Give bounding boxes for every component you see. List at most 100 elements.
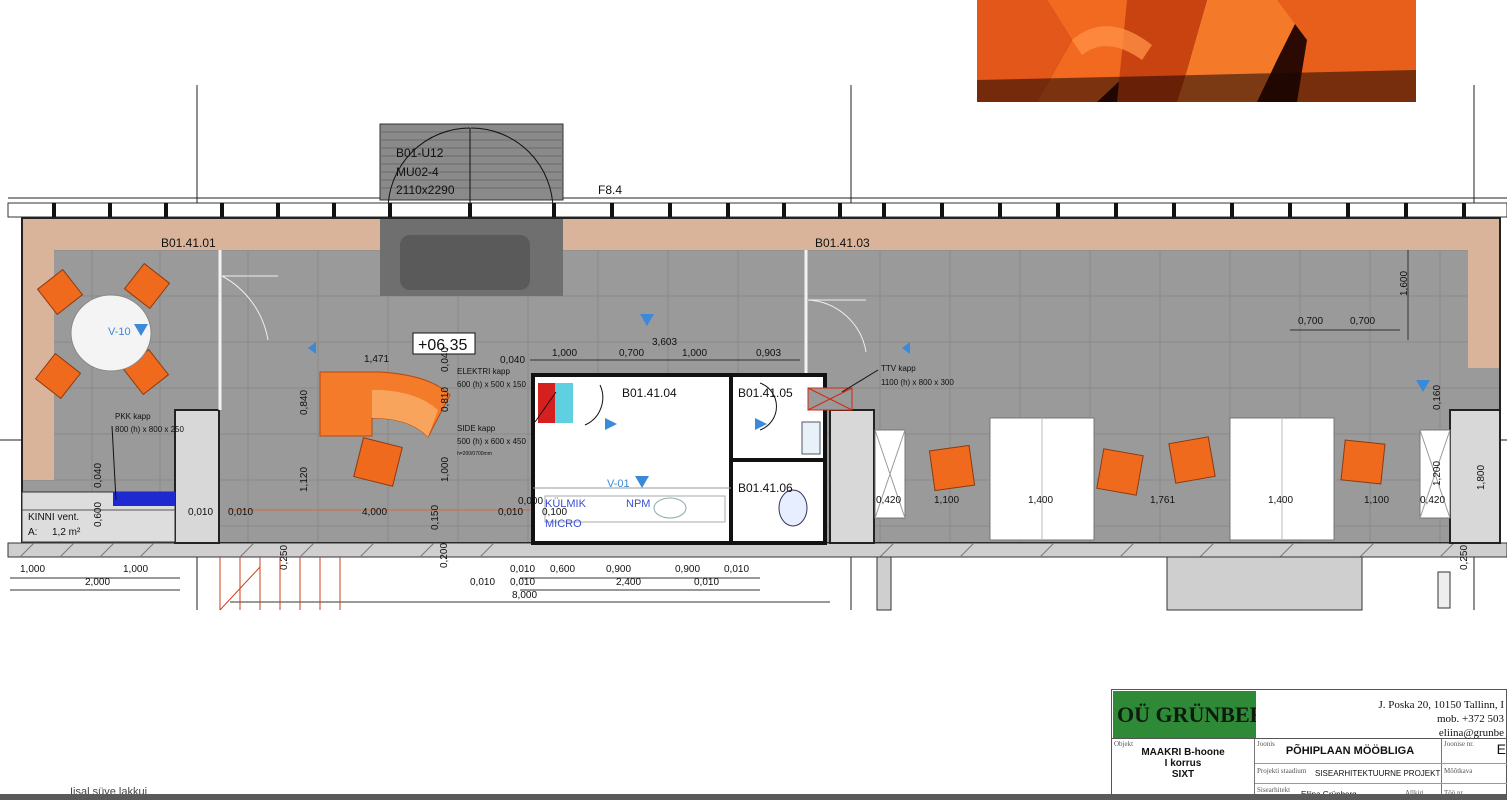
- dim-0000: 0,000: [518, 496, 543, 507]
- company-contact: J. Poska 20, 10150 Tallinn, I mob. +372 …: [1374, 698, 1504, 740]
- facade-wall: [7, 202, 1507, 218]
- tb-divider-3: [1442, 763, 1507, 764]
- object-name: MAAKRI B-hoone I korrus SIXT: [1118, 747, 1248, 780]
- project-stage: SISEARHITEKTUURNE PROJEKT: [1315, 769, 1441, 778]
- grid-axis-label: F8.4: [598, 183, 622, 197]
- dim-0100: 0,100: [542, 507, 567, 518]
- dim-0010h: 0,010: [470, 577, 495, 588]
- architect-label: Sisearhitekt: [1257, 786, 1291, 794]
- company-logo: OÜ GRÜNBERG: [1113, 691, 1256, 738]
- drawing-number-label: Joonise nr.: [1444, 740, 1474, 748]
- dim-0420b: 0,420: [1420, 495, 1445, 506]
- company-address: J. Poska 20, 10150 Tallinn, I: [1378, 699, 1504, 711]
- drawing-title: PÕHIPLAAN MÖÖBLIGA: [1285, 745, 1415, 757]
- dim-0840: 0,840: [299, 390, 310, 415]
- dim-0600b: 0,600: [550, 564, 575, 575]
- elektri-label: ELEKTRI kapp: [457, 367, 510, 376]
- stage-label: Projekti staadium: [1257, 767, 1307, 775]
- tb-divider-1: [1255, 763, 1442, 764]
- npm-label: NPM: [626, 498, 650, 510]
- dim-1000a: 1,000: [552, 348, 577, 359]
- lower-wall-a: [876, 556, 892, 611]
- ttv-label: TTV kapp: [881, 364, 916, 373]
- dim-0010a: 0,010: [188, 507, 213, 518]
- dim-0700b: 0,700: [1298, 316, 1323, 327]
- dim-0420a: 0,420: [876, 495, 901, 506]
- drawing-number-cell: Joonise nr. E Mõõtkava Töö nr.: [1442, 739, 1507, 799]
- dim-0900b: 0,900: [675, 564, 700, 575]
- dim-0160: 0,160: [1432, 385, 1443, 410]
- title-block-body: Objekt MAAKRI B-hoone I korrus SIXT Joon…: [1111, 739, 1507, 800]
- exterior-door[interactable]: B01-U12 MU02-4 2110x2290: [379, 123, 564, 211]
- floor-plan: F8.4 B01-U12 MU02-4 2110x2290 V-10 V-01 …: [0, 85, 1507, 611]
- pkk-label: PKK kapp: [115, 412, 151, 421]
- dim-0010f: 0,010: [510, 577, 535, 588]
- tb-divider-4: [1442, 783, 1507, 784]
- room-label-03: B01.41.03: [815, 236, 870, 250]
- dim-0700c: 0,700: [1350, 316, 1375, 327]
- room-label-06: B01.41.06: [738, 481, 793, 495]
- dim-1100b: 1,100: [1364, 495, 1389, 506]
- object-line-3: SIXT: [1171, 769, 1195, 780]
- dim-0040c: 0,040: [93, 463, 104, 488]
- dim-0250b: 0,250: [1459, 545, 1470, 570]
- object-line-2: I korrus: [1164, 758, 1202, 769]
- dim-0903: 0,903: [756, 348, 781, 359]
- dim-8000: 8,000: [512, 590, 537, 601]
- scale-label: Mõõtkava: [1444, 767, 1473, 775]
- company-email: eliina@grunbe: [1438, 727, 1504, 739]
- pkk-size: 800 (h) x 800 x 250: [115, 425, 184, 434]
- door-code: B01-U12: [396, 146, 444, 160]
- side-size: 500 (h) x 600 x 450: [457, 437, 526, 446]
- object-cell: Objekt MAAKRI B-hoone I korrus SIXT: [1112, 739, 1255, 799]
- dim-1000b: 1,000: [682, 348, 707, 359]
- dim-3603: 3,603: [652, 337, 677, 348]
- elektri-size: 600 (h) x 500 x 150: [457, 380, 526, 389]
- room-label-01: B01.41.01: [161, 236, 216, 250]
- tb-divider-2: [1255, 783, 1442, 784]
- dim-0040a: 0,040: [500, 355, 525, 366]
- door-size: 2110x2290: [396, 183, 455, 197]
- company-phone: mob. +372 503: [1436, 713, 1504, 725]
- drawing-number: E: [1496, 741, 1506, 757]
- door-type: MU02-4: [396, 165, 439, 179]
- dim-1200: 1,200: [1432, 461, 1443, 486]
- dim-1000d: 1,000: [20, 564, 45, 575]
- tag-v01: V-01: [607, 478, 630, 490]
- dim-0010b: 0,010: [228, 507, 253, 518]
- drawing-cell: Joonis PÕHIPLAAN MÖÖBLIGA Projekti staad…: [1255, 739, 1442, 799]
- dim-2400: 2,400: [616, 577, 641, 588]
- dim-0010c: 0,010: [498, 507, 523, 518]
- object-line-1: MAAKRI B-hoone: [1141, 747, 1225, 758]
- dim-0250a: 0,250: [279, 545, 290, 570]
- dim-1000e: 1,000: [123, 564, 148, 575]
- title-block-header: OÜ GRÜNBERG J. Poska 20, 10150 Tallinn, …: [1111, 689, 1507, 739]
- dim-1600: 1,600: [1399, 271, 1410, 296]
- dim-4000: 4,000: [362, 507, 387, 518]
- ttv-cabinet: [807, 387, 853, 411]
- electrical-cabinet: [538, 383, 555, 423]
- dim-1400a: 1,400: [1028, 495, 1053, 506]
- dim-2000: 2,000: [85, 577, 110, 588]
- dim-0200: 0,200: [439, 543, 450, 568]
- dim-0010e: 0,010: [724, 564, 749, 575]
- lower-post: [1437, 571, 1451, 609]
- dim-0010d: 0,010: [510, 564, 535, 575]
- dim-1100a: 1,100: [934, 495, 959, 506]
- kinni-label: KINNI vent.: [28, 512, 79, 523]
- entrance-mat-blur: [400, 235, 530, 290]
- room-label-04: B01.41.04: [622, 386, 677, 400]
- dim-0150: 0,150: [430, 505, 441, 530]
- dim-1000c: 1,000: [440, 457, 451, 482]
- side-sub: h=200/0700mm: [457, 451, 492, 457]
- dim-0040b: 0,040: [440, 347, 451, 372]
- lower-wall-b: [1166, 556, 1363, 611]
- dim-1120: 1,120: [299, 467, 310, 492]
- dim-0010g: 0,010: [694, 577, 719, 588]
- room-label-05: B01.41.05: [738, 386, 793, 400]
- dim-0600a: 0,600: [93, 502, 104, 527]
- title-block: OÜ GRÜNBERG J. Poska 20, 10150 Tallinn, …: [1111, 689, 1507, 800]
- dim-0900a: 0,900: [606, 564, 631, 575]
- micro-label: MICRO: [545, 518, 582, 530]
- window-bottom-bar: [0, 794, 1507, 800]
